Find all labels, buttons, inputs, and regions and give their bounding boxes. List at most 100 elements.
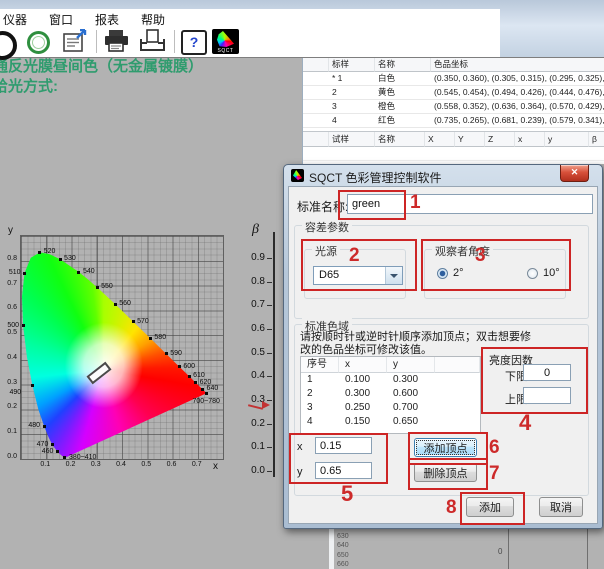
vertex-table[interactable]: 序号xy 10.1000.30020.3000.60030.2500.70040… xyxy=(300,356,481,434)
heading-line1: 通反光膜昼间色（无金属镀膜） xyxy=(0,57,203,77)
column-header: 名称 xyxy=(375,132,425,147)
table-row[interactable]: 2黄色(0.545, 0.454), (0.494, 0.426), (0.44… xyxy=(303,86,604,100)
table-cell xyxy=(425,147,455,161)
menu-bar: 仪器窗口报表帮助 xyxy=(0,10,176,27)
x-tick-label: 0.6 xyxy=(164,461,180,468)
lower-limit-input[interactable] xyxy=(523,364,571,381)
calibrate-circle-icon[interactable] xyxy=(27,31,50,54)
menu-item[interactable]: 窗口 xyxy=(38,10,84,27)
column-header: x xyxy=(339,357,387,373)
toolbar-separator xyxy=(96,30,97,53)
beta-tick-label: 0.1 xyxy=(225,441,265,452)
standard-name-input[interactable] xyxy=(347,194,593,214)
menu-item[interactable]: 仪器 xyxy=(0,10,38,27)
beta-marker-arrow-icon xyxy=(262,401,270,409)
column-header: Y xyxy=(455,132,485,147)
wavelength-label: 480 xyxy=(28,422,40,429)
standards-table: 标样名称色品坐标 * 1白色(0.350, 0.360), (0.305, 0.… xyxy=(303,57,604,128)
table-cell: (0.558, 0.352), (0.636, 0.364), (0.570, … xyxy=(431,100,604,114)
table-cell: (0.350, 0.360), (0.305, 0.315), (0.295, … xyxy=(431,72,604,86)
light-source-value: D65 xyxy=(319,269,339,281)
wavelength-label: 500 xyxy=(7,322,19,329)
wavelength-label: 580 xyxy=(154,334,166,341)
table-cell: 3 xyxy=(329,100,375,114)
wavelength-label: 590 xyxy=(170,350,182,357)
vertex-y-input[interactable] xyxy=(315,462,372,479)
measure-circle-icon[interactable] xyxy=(0,31,17,60)
cancel-button[interactable]: 取消 xyxy=(539,497,583,517)
x-axis-label: x xyxy=(213,461,218,472)
table-cell xyxy=(515,147,545,161)
print-icon[interactable] xyxy=(103,29,129,54)
beta-tick-mark xyxy=(267,471,272,472)
help-icon[interactable]: ? xyxy=(181,30,207,55)
samples-table: 试样名称XYZxyβ xyxy=(303,131,604,161)
wavelength-label: 530 xyxy=(64,255,76,262)
beta-tick-mark xyxy=(267,305,272,306)
window-chrome: 仪器窗口报表帮助 xyxy=(0,0,604,58)
vertex-table-row[interactable]: 40.1500.650 xyxy=(301,415,480,429)
toolbar-separator xyxy=(174,30,175,53)
menu-item[interactable]: 帮助 xyxy=(130,10,176,27)
table-cell: 0.150 xyxy=(339,415,387,429)
column-header: x xyxy=(515,132,545,147)
x-tick-label: 0.5 xyxy=(138,461,154,468)
column-header: 名称 xyxy=(375,57,431,72)
add-button[interactable]: 添加 xyxy=(466,497,514,517)
radio-2-degree-label: 2° xyxy=(453,267,464,279)
upper-limit-input[interactable] xyxy=(523,387,571,404)
background-zero-label: 0 xyxy=(498,547,502,556)
light-source-select[interactable]: D65 xyxy=(313,266,403,285)
table-cell: 1 xyxy=(301,373,339,387)
dialog-client-area: 标准名称: 容差参数 光源 D65 观察者角度 2° 10° xyxy=(288,186,598,524)
table-row[interactable]: 3橙色(0.558, 0.352), (0.636, 0.364), (0.57… xyxy=(303,100,604,114)
delete-vertex-button[interactable]: 删除顶点 xyxy=(414,463,477,482)
close-icon[interactable]: ✕ xyxy=(560,165,589,182)
beta-tick-label: 0.8 xyxy=(225,276,265,287)
table-cell xyxy=(303,72,329,86)
wavelength-label: 470 xyxy=(37,441,49,448)
table-cell xyxy=(375,147,425,161)
wavelength-dot xyxy=(96,286,99,289)
table-cell: 4 xyxy=(329,114,375,128)
save-output-icon[interactable] xyxy=(139,29,165,54)
wavelength-list: 620630640650660 xyxy=(337,523,349,569)
vertex-x-input[interactable] xyxy=(315,437,372,454)
chevron-down-icon[interactable] xyxy=(385,267,402,284)
instruction-line2: 改的色品坐标可修改该值。 xyxy=(300,341,432,357)
dialog-titlebar[interactable]: SQCT 色彩管理控制软件 ✕ xyxy=(284,165,602,186)
radio-10-degree[interactable]: 10° xyxy=(527,267,560,279)
table-cell: 4 xyxy=(301,415,339,429)
cie-gamut-horseshoe xyxy=(21,236,223,459)
radio-10-degree-label: 10° xyxy=(543,267,560,279)
beta-tick-label: 0.7 xyxy=(225,299,265,310)
add-vertex-button[interactable]: 添加顶点 xyxy=(414,438,477,457)
x-tick-label: 0.1 xyxy=(37,461,53,468)
menu-item[interactable]: 报表 xyxy=(84,10,130,27)
radio-2-degree[interactable]: 2° xyxy=(437,267,464,279)
wavelength-dot xyxy=(59,258,62,261)
table-row[interactable]: * 1白色(0.350, 0.360), (0.305, 0.315), (0.… xyxy=(303,72,604,86)
table-cell xyxy=(455,147,485,161)
y-tick-label: 0.8 xyxy=(0,255,17,262)
table-cell xyxy=(589,147,604,161)
radio-button-icon xyxy=(527,268,538,279)
vertex-table-row[interactable]: 20.3000.600 xyxy=(301,387,480,401)
export-report-icon[interactable] xyxy=(62,29,88,54)
vertex-table-row[interactable]: 10.1000.300 xyxy=(301,373,480,387)
sqct-logo-icon[interactable]: SQCT xyxy=(212,29,239,54)
column-header: 色品坐标 xyxy=(431,57,604,72)
document-heading: 通反光膜昼间色（无金属镀膜） 给光方式: xyxy=(0,57,203,97)
table-row[interactable]: 4红色(0.735, 0.265), (0.681, 0.239), (0.57… xyxy=(303,114,604,128)
column-header: y xyxy=(387,357,435,373)
column-header: 序号 xyxy=(301,357,339,373)
table-cell xyxy=(329,147,375,161)
x-tick-label: 0.2 xyxy=(63,461,79,468)
toolbar: ? SQCT xyxy=(0,27,500,57)
vertex-table-row[interactable]: 30.2500.700 xyxy=(301,401,480,415)
wavelength-dot xyxy=(165,352,168,355)
wavelength-list-item: 630 xyxy=(337,532,349,541)
vertex-table-body: 10.1000.30020.3000.60030.2500.70040.1500… xyxy=(301,373,480,429)
table-cell xyxy=(545,147,589,161)
chromaticity-diagram: y x 520530540550560570580590600610620640… xyxy=(0,225,240,475)
